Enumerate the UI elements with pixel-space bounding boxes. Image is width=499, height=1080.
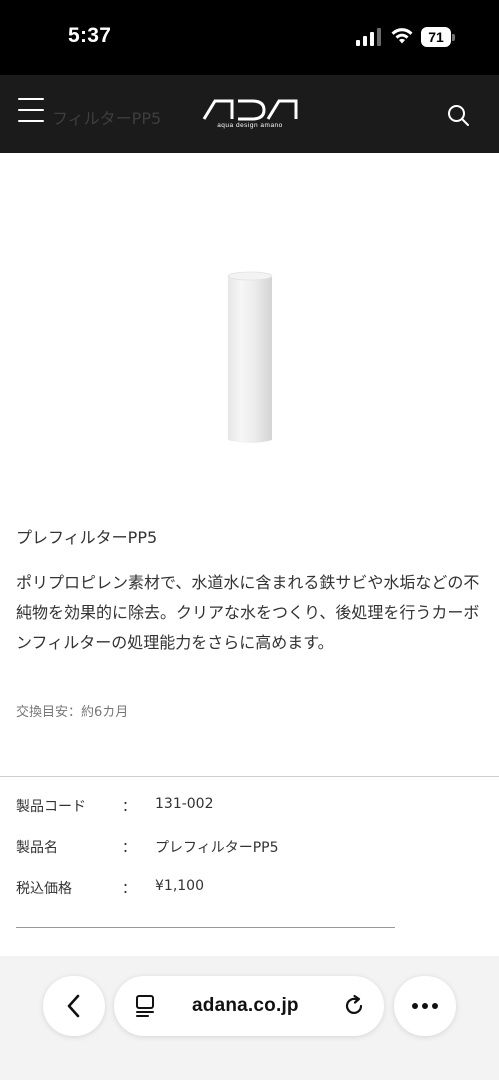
battery-icon: 71 [421,27,455,47]
address-bar[interactable]: adana.co.jp [114,976,384,1036]
more-dots-icon [412,1003,438,1009]
divider [16,927,395,928]
spec-key: 税込価格 [16,881,72,897]
more-button[interactable] [394,976,456,1036]
reload-icon[interactable] [342,994,366,1018]
product-description: ポリプロピレン素材で、水道水に含まれる鉄サビや水垢などの不純物を効果的に除去。ク… [16,573,480,652]
spec-separator: ： [122,840,136,856]
browser-toolbar: adana.co.jp [0,956,499,1080]
spec-row-price: 税込価格 ： ¥1,100 [16,878,486,902]
product-image [227,271,273,443]
spec-separator: ： [122,881,136,897]
spec-row-code: 製品コード ： 131-002 [16,796,486,820]
hamburger-menu-icon[interactable] [18,98,46,126]
status-bar: 5:37 71 [0,0,499,75]
battery-tip [452,34,455,41]
back-button[interactable] [43,976,105,1036]
spec-separator: ： [122,799,136,815]
wifi-icon [391,28,413,44]
divider [0,776,499,777]
cellular-signal-icon [356,28,381,46]
spec-key: 製品コード [16,799,86,815]
spec-value: 131-002 [155,796,214,812]
replacement-note: 交換目安：約6カ月 [16,705,129,720]
status-time: 5:37 [68,24,112,47]
spec-value: プレフィルターPP5 [155,840,279,856]
spec-key: 製品名 [16,840,58,856]
url-text: adana.co.jp [192,995,299,1016]
logo-tagline: aqua design amano [217,122,283,129]
search-icon[interactable] [446,103,470,127]
header-page-title: フィルターPP5 [52,109,162,128]
spec-row-name: 製品名 ： プレフィルターPP5 [16,837,486,861]
chevron-left-icon [67,994,80,1018]
battery-level: 71 [421,27,451,47]
site-header: フィルターPP5 aqua design amano [0,75,499,153]
spec-value: ¥1,100 [155,878,204,894]
product-title: プレフィルターPP5 [16,528,158,547]
page-menu-icon[interactable] [134,994,156,1018]
